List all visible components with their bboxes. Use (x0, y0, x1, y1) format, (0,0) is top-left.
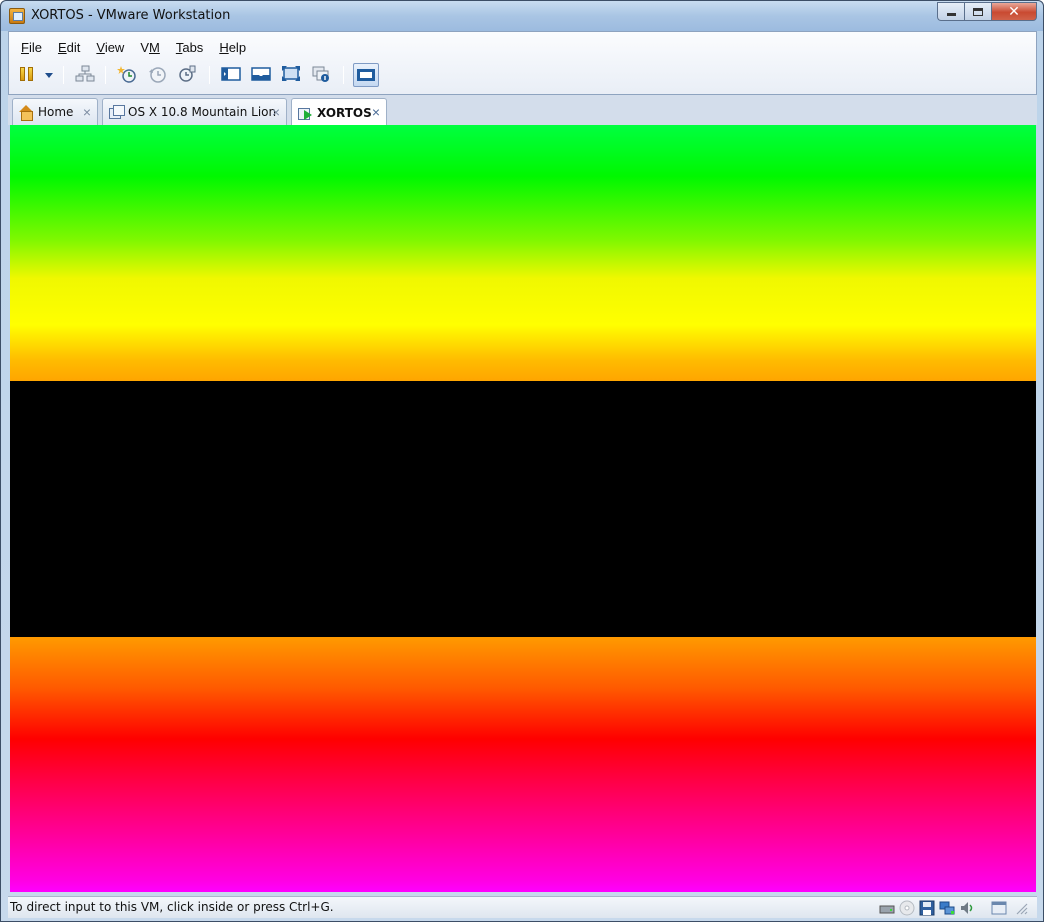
window-title: XORTOS - VMware Workstation (31, 8, 231, 23)
tab-close-icon[interactable]: × (83, 104, 91, 120)
vm-display-top-gradient (10, 125, 1036, 381)
menu-edit-label: Edit (57, 40, 81, 55)
menu-vm-label: VM (140, 40, 160, 55)
hard-disk-icon[interactable] (879, 900, 895, 916)
tab-os-x-label: OS X 10.8 Mountain Lion (128, 105, 277, 119)
toolbar (15, 62, 379, 88)
network-adapter-icon[interactable] (939, 900, 955, 916)
network-button[interactable] (75, 64, 97, 86)
full-screen-icon (282, 66, 300, 81)
maximize-button[interactable] (964, 2, 991, 21)
show-library-icon (221, 67, 241, 81)
window-controls: ✕ (937, 2, 1037, 22)
vm-display-bottom-gradient (10, 637, 1036, 892)
menu-help[interactable]: Help (211, 37, 254, 57)
tab-home-label: Home (38, 105, 74, 119)
revert-snapshot-button[interactable] (147, 64, 169, 86)
maximize-icon (973, 7, 983, 16)
minimize-icon (946, 13, 956, 16)
dropdown-icon[interactable] (45, 73, 53, 78)
vm-icon (109, 105, 125, 119)
unity-icon (312, 66, 329, 82)
tab-os-x-mountain-lion[interactable]: OS X 10.8 Mountain Lion × (102, 98, 287, 125)
console-view-button[interactable] (251, 64, 273, 86)
cd-dvd-icon[interactable] (899, 900, 915, 916)
menu-toolbar-area: File Edit View VM Tabs Help (8, 31, 1037, 95)
toolbar-separator (343, 66, 344, 84)
tab-xortos-label: XORTOS (317, 105, 372, 120)
app-window: XORTOS - VMware Workstation ✕ File Edit … (0, 0, 1044, 922)
menu-file-label: File (21, 40, 42, 55)
menu-vm[interactable]: VM (132, 37, 168, 57)
console-view-icon (251, 67, 271, 81)
title-bar[interactable]: XORTOS - VMware Workstation ✕ (1, 1, 1043, 31)
vm-running-icon (298, 106, 312, 120)
menu-edit[interactable]: Edit (50, 37, 88, 57)
show-library-button[interactable] (221, 64, 243, 86)
take-snapshot-icon (117, 66, 136, 83)
menu-file[interactable]: File (13, 37, 50, 57)
unity-button[interactable] (311, 64, 333, 86)
quick-switch-button[interactable] (353, 63, 379, 87)
status-bar: To direct input to this VM, click inside… (8, 896, 1037, 918)
snapshot-manager-button[interactable] (177, 64, 199, 86)
sound-icon[interactable] (959, 900, 975, 916)
resize-grip-icon[interactable] (1013, 900, 1029, 916)
device-icons (879, 899, 1029, 917)
vm-display[interactable] (10, 125, 1036, 892)
minimize-button[interactable] (937, 2, 964, 21)
toolbar-separator (63, 66, 64, 84)
tab-strip: Home × OS X 10.8 Mountain Lion × XORTOS … (8, 95, 1037, 126)
message-log-icon[interactable] (991, 900, 1007, 916)
vm-display-black-band (10, 381, 1036, 637)
tab-close-icon[interactable]: × (372, 104, 380, 120)
menu-view-label: View (96, 40, 125, 55)
menu-help-label: Help (219, 40, 247, 55)
full-screen-button[interactable] (281, 64, 303, 86)
revert-snapshot-icon (149, 67, 166, 83)
menu-tabs[interactable]: Tabs (168, 37, 211, 57)
toolbar-separator (105, 66, 106, 84)
close-icon: ✕ (1008, 3, 1020, 19)
menu-view[interactable]: View (88, 37, 132, 57)
floppy-icon[interactable] (919, 900, 935, 916)
tab-home[interactable]: Home × (12, 98, 98, 125)
vmware-app-icon[interactable] (9, 8, 25, 24)
home-icon (19, 105, 33, 121)
network-icon (75, 65, 95, 82)
toolbar-separator (209, 66, 210, 84)
status-message: To direct input to this VM, click inside… (10, 900, 334, 914)
snapshot-manager-icon (179, 65, 196, 82)
menu-bar: File Edit View VM Tabs Help (13, 37, 254, 57)
tab-xortos[interactable]: XORTOS × (291, 98, 387, 126)
quick-switch-icon (357, 69, 375, 81)
tab-close-icon[interactable]: × (272, 104, 280, 120)
take-snapshot-button[interactable] (117, 64, 139, 86)
close-button[interactable]: ✕ (991, 2, 1037, 21)
menu-tabs-label: Tabs (175, 40, 204, 55)
power-button[interactable] (17, 64, 53, 86)
